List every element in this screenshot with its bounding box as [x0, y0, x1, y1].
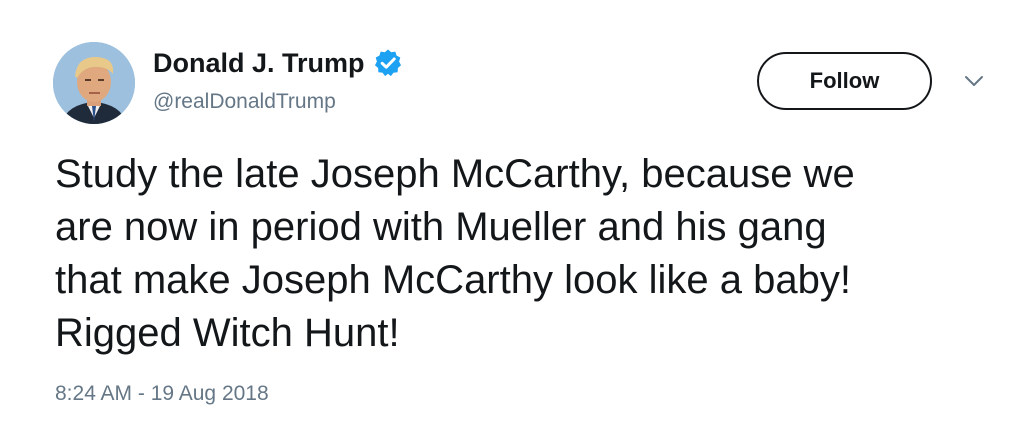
tweet-text: Study the late Joseph McCarthy, because … [55, 152, 855, 355]
author-display-name[interactable]: Donald J. Trump [153, 45, 403, 81]
tweet-card: Donald J. Trump @realDonaldTrump Follow … [0, 0, 1024, 427]
chevron-down-icon[interactable] [962, 72, 986, 90]
display-name-text[interactable]: Donald J. Trump [153, 45, 365, 81]
verified-badge-icon [373, 48, 403, 78]
follow-button[interactable]: Follow [757, 52, 932, 110]
tweet-timestamp[interactable]: 8:24 AM - 19 Aug 2018 [55, 380, 269, 408]
author-handle[interactable]: @realDonaldTrump [153, 88, 336, 116]
profile-photo-icon [53, 42, 135, 124]
avatar[interactable] [53, 42, 135, 124]
